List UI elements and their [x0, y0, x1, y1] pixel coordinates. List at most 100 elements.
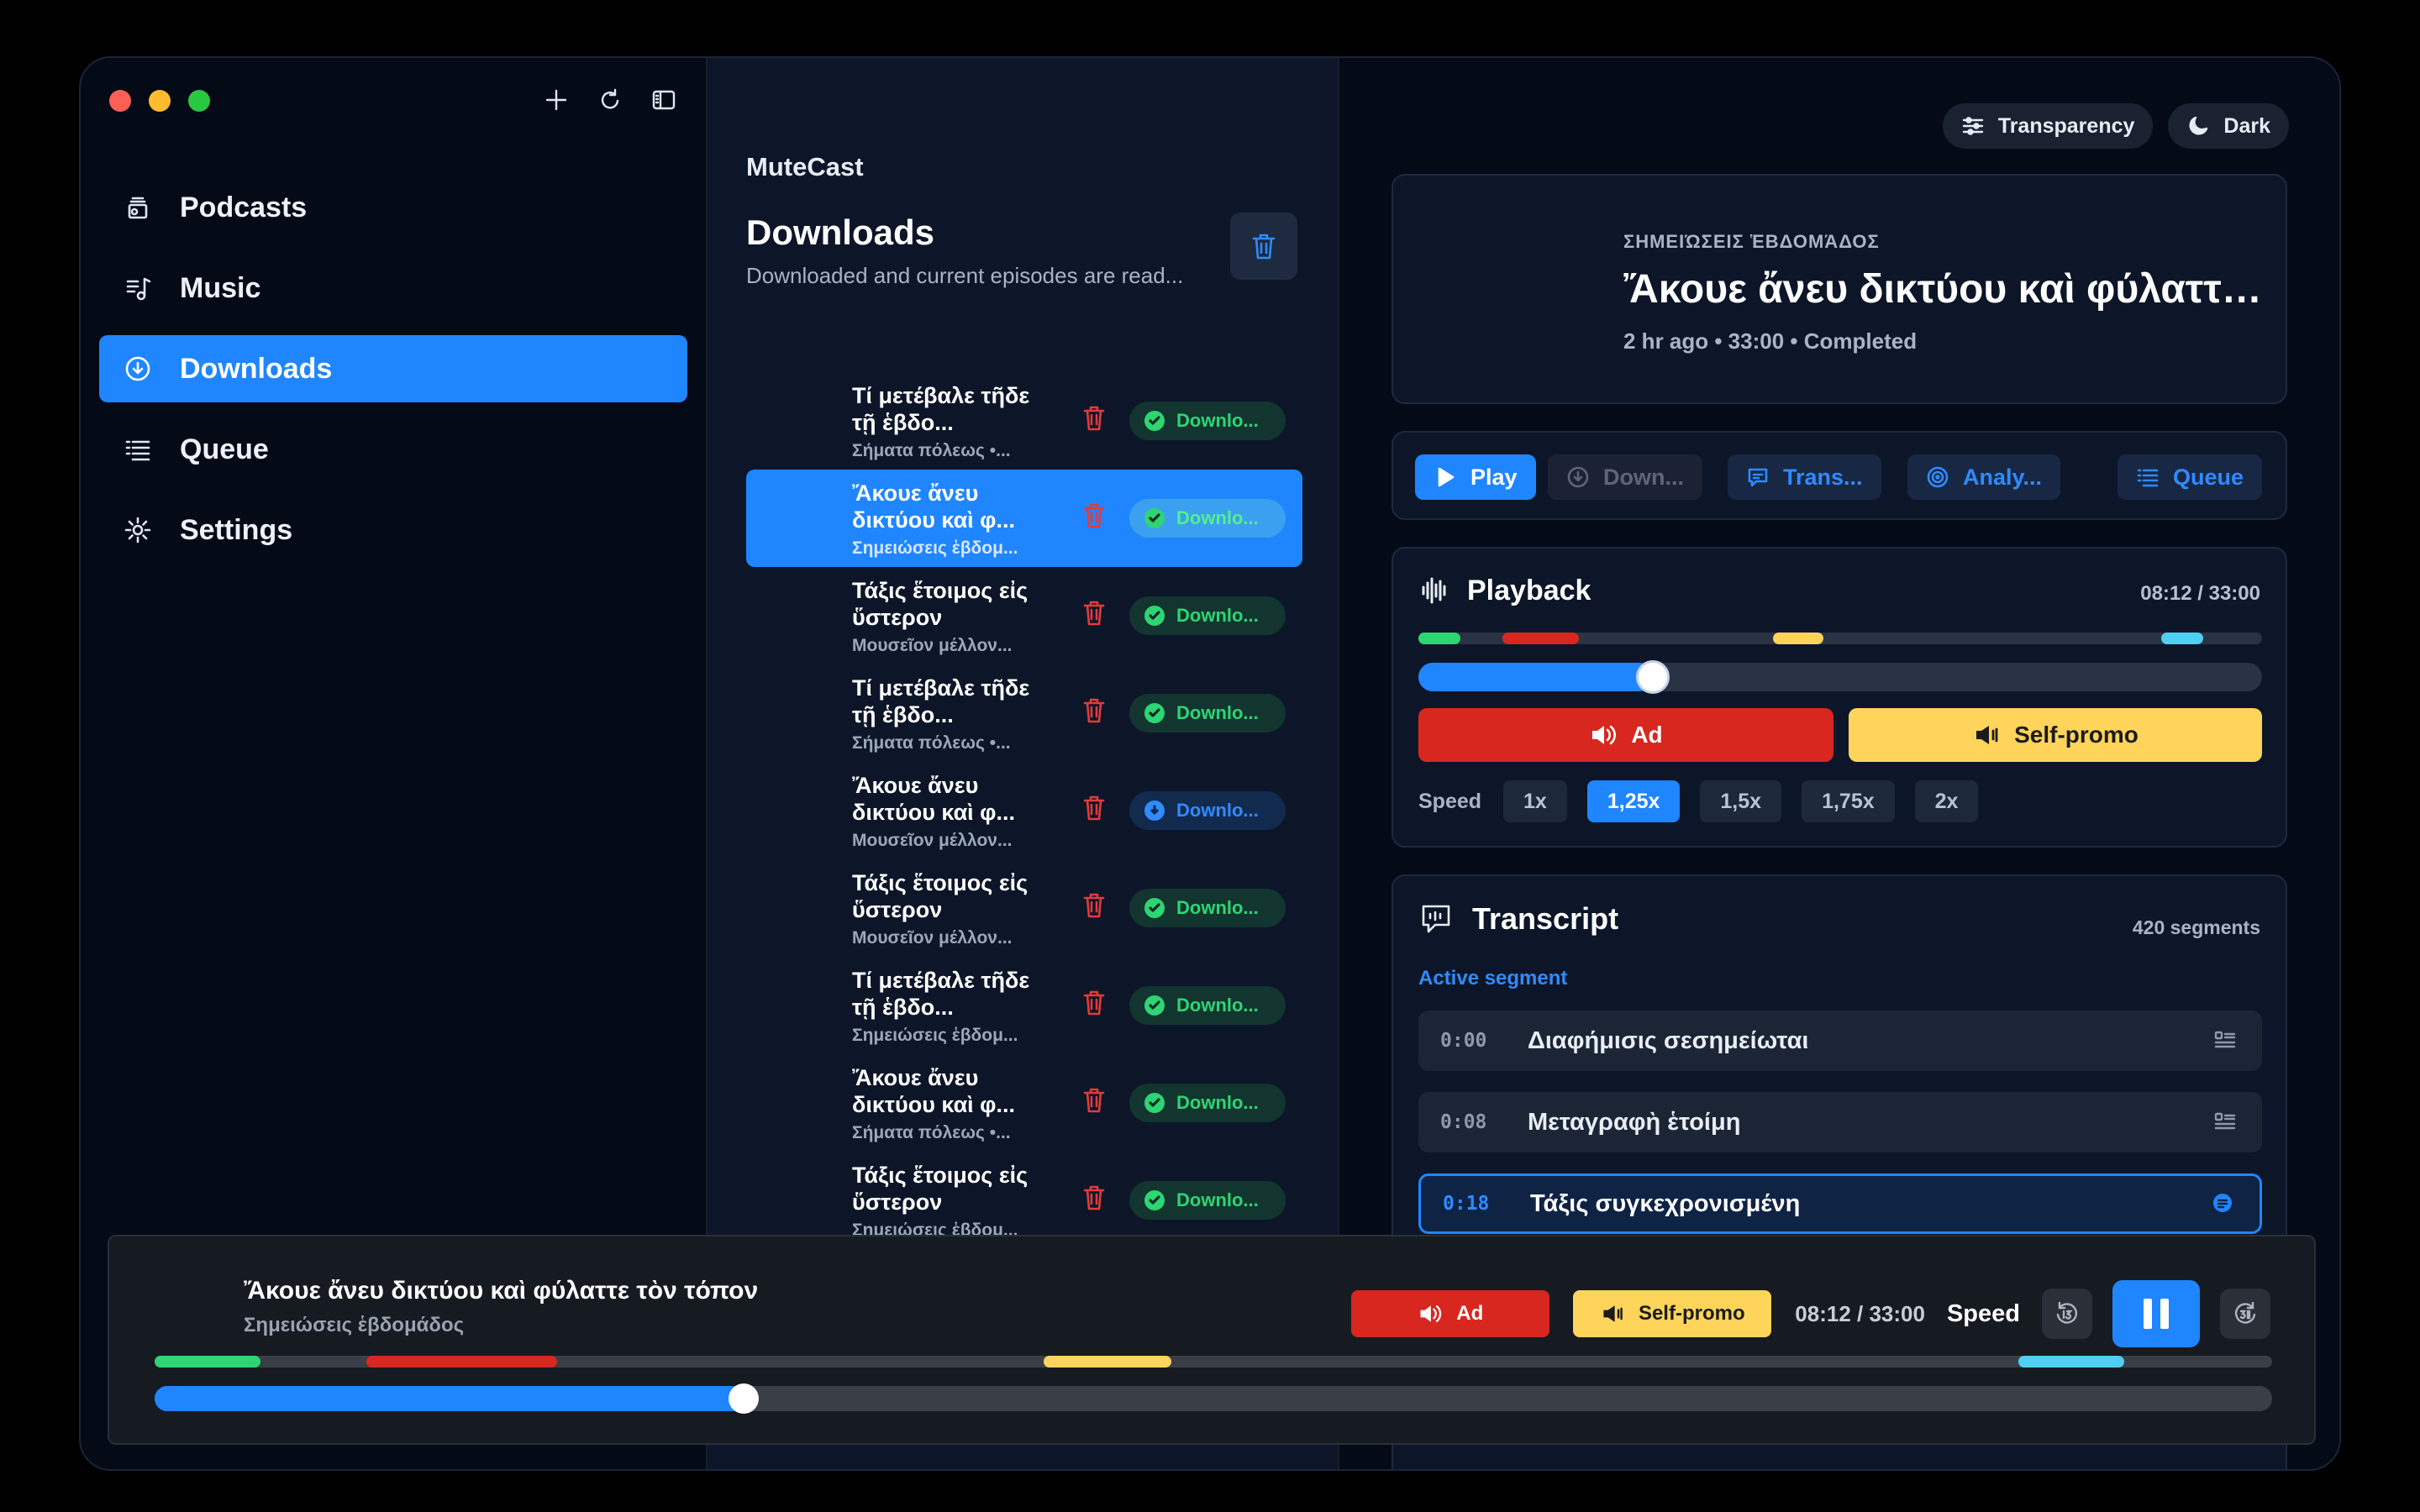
speed-option[interactable]: 1,25x: [1586, 780, 1681, 822]
pause-button[interactable]: [2112, 1280, 2200, 1347]
sidebar-item-music[interactable]: Music: [99, 255, 687, 322]
episode-title: Ἄκουε ἄνευ δικτύου καὶ φ...: [852, 480, 1015, 533]
playback-title: Playback: [1467, 574, 1591, 606]
status-label: Downlo...: [1176, 1092, 1259, 1113]
skip-back-15-button[interactable]: [2042, 1289, 2092, 1339]
trash-icon: [1083, 601, 1105, 626]
segment-count: 420 segments: [2132, 916, 2260, 938]
sidebar-icon: [652, 90, 676, 110]
delete-episode-button[interactable]: [1081, 404, 1111, 438]
delete-episode-button[interactable]: [1081, 891, 1111, 925]
episode-title: Τάξις ἕτοιμος εἰς ὕστερον: [852, 1163, 1028, 1215]
sidebar-item-podcasts[interactable]: Podcasts: [99, 174, 687, 241]
speed-option[interactable]: 1,5x: [1700, 780, 1782, 822]
transcript-label: Trans...: [1783, 464, 1863, 490]
delete-episode-button[interactable]: [1081, 1086, 1111, 1120]
transcript-row[interactable]: 0:18 Τάξις συγκεχρονισμένη: [1418, 1173, 2262, 1234]
speed-option[interactable]: 1x: [1503, 780, 1567, 822]
toggle-sidebar-button[interactable]: [647, 83, 681, 117]
segment-time: 0:00: [1440, 1030, 1487, 1052]
transparency-button[interactable]: Transparency: [1942, 103, 2154, 149]
episode-podcast: Σήματα πόλεως •...: [852, 1123, 1011, 1142]
window-controls: [109, 90, 210, 112]
mini-skip-self-promo-button[interactable]: Self-promo: [1573, 1290, 1772, 1337]
queue-button[interactable]: Queue: [2118, 454, 2263, 500]
delete-episode-button[interactable]: [1081, 599, 1111, 633]
episode-row[interactable]: Ἄκουε ἄνευ δικτύου καὶ φ... Μουσεῖον μέλλ…: [746, 762, 1302, 859]
episode-row[interactable]: Ἄκουε ἄνευ δικτύου καὶ φ... Σημειώσεις ἑβ…: [746, 470, 1302, 567]
episode-row[interactable]: Τάξις ἕτοιμος εἰς ὕστερον Μουσεῖον μέλλον…: [746, 859, 1302, 957]
episode-header-card: ΣΗΜΕΙΏΣΕΙΣ ἙΒΔΟΜΆΔΟΣ Ἄκουε ἄνευ δικτύου …: [1392, 174, 2287, 404]
episode-title: Ἄκουε ἄνευ δικτύου καὶ φ...: [852, 1065, 1015, 1117]
active-segment-label[interactable]: Active segment: [1418, 967, 1567, 990]
sidebar-toolbar: [539, 83, 681, 117]
queue-icon: [121, 433, 155, 466]
episode-row[interactable]: Τάξις ἕτοιμος εἰς ὕστερον Μουσεῖον μέλλον…: [746, 567, 1302, 664]
transcript-row[interactable]: 0:08 Μεταγραφὴ ἑτοίμη: [1418, 1092, 2262, 1152]
play-button[interactable]: Play: [1415, 454, 1536, 500]
delete-episode-button[interactable]: [1081, 794, 1111, 827]
close-window-button[interactable]: [109, 90, 131, 112]
segment-timeline[interactable]: [1418, 633, 2262, 644]
zoom-window-button[interactable]: [188, 90, 210, 112]
segment-action[interactable]: [2213, 1028, 2238, 1053]
episode-row[interactable]: Τί μετέβαλε τῆδε τῇ ἑβδο... Σήματα πόλεως…: [746, 664, 1302, 762]
analyze-button[interactable]: Analy...: [1907, 454, 2061, 500]
delete-episode-button[interactable]: [1081, 696, 1111, 730]
now-playing-time: 08:12 / 33:00: [1795, 1300, 1925, 1326]
episode-row[interactable]: Τί μετέβαλε τῆδε τῇ ἑβδο... Σήματα πόλεως…: [746, 372, 1302, 470]
checkmark-icon: [1144, 703, 1165, 723]
checkmark-icon: [1144, 411, 1165, 431]
episode-row[interactable]: Ἄκουε ἄνευ δικτύου καὶ φ... Σήματα πόλεως…: [746, 1054, 1302, 1152]
episode-meta: 2 hr ago • 33:00 • Completed: [1623, 328, 1918, 354]
episode-title: Τάξις ἕτοιμος εἰς ὕστερον: [852, 870, 1028, 922]
sidebar-item-downloads[interactable]: Downloads: [99, 335, 687, 402]
status-label: Downlo...: [1176, 1189, 1259, 1210]
speed-button[interactable]: Speed: [1947, 1300, 2020, 1328]
add-button[interactable]: [539, 83, 573, 117]
minimize-window-button[interactable]: [149, 90, 171, 112]
mini-skip-ad-button[interactable]: Ad: [1351, 1290, 1550, 1337]
skip-ad-button[interactable]: Ad: [1418, 708, 1833, 762]
mini-progress-fill: [155, 1386, 744, 1411]
sidebar-item-settings[interactable]: Settings: [99, 496, 687, 564]
transcript-button[interactable]: Trans...: [1728, 454, 1881, 500]
dark-mode-button[interactable]: Dark: [2168, 103, 2289, 149]
skip-self-promo-button[interactable]: Self-promo: [1849, 708, 2262, 762]
episode-podcast: Σημειώσεις ἑβδομ...: [852, 538, 1018, 558]
segment-time: 0:18: [1443, 1193, 1490, 1215]
transcript-row[interactable]: 0:00 Διαφήμισις σεσημείωται: [1418, 1011, 2262, 1071]
segment-action[interactable]: [2211, 1191, 2236, 1216]
episode-row[interactable]: Τί μετέβαλε τῆδε τῇ ἑβδο... Σημειώσεις ἑβ…: [746, 957, 1302, 1054]
episode-podcast: Μουσεῖον μέλλον...: [852, 636, 1013, 655]
trash-icon: [1083, 1088, 1105, 1113]
skip-forward-30-button[interactable]: [2220, 1289, 2270, 1339]
speech-bubble-icon: [1748, 468, 1768, 487]
mini-segment-timeline[interactable]: [155, 1356, 2272, 1368]
sidebar-item-label: Music: [180, 271, 261, 304]
speed-option[interactable]: 2x: [1914, 780, 1979, 822]
download-status-badge: Downlo...: [1129, 889, 1286, 927]
status-label: Downlo...: [1176, 507, 1259, 528]
mini-progress-knob[interactable]: [728, 1383, 759, 1414]
segment-action[interactable]: [2213, 1110, 2238, 1135]
target-icon: [1927, 466, 1949, 488]
delete-episode-button[interactable]: [1081, 989, 1111, 1022]
speed-option[interactable]: 1,75x: [1802, 780, 1895, 822]
sidebar-item-queue[interactable]: Queue: [99, 416, 687, 483]
refresh-button[interactable]: [593, 83, 627, 117]
status-label: Downlo...: [1176, 800, 1259, 821]
delete-episode-button[interactable]: [1081, 1184, 1111, 1217]
analyze-label: Analy...: [1963, 464, 2043, 490]
delete-all-button[interactable]: [1230, 213, 1297, 280]
mini-progress-slider[interactable]: [155, 1383, 2272, 1414]
progress-slider[interactable]: [1418, 660, 2262, 694]
trash-icon: [1252, 234, 1276, 260]
trash-icon: [1083, 503, 1105, 528]
progress-fill: [1418, 663, 1654, 691]
download-button[interactable]: Down...: [1548, 454, 1702, 500]
progress-knob[interactable]: [1636, 660, 1670, 694]
megaphone-icon: [1603, 1305, 1623, 1322]
delete-episode-button[interactable]: [1081, 501, 1111, 535]
episode-podcast: Μουσεῖον μέλλον...: [852, 831, 1013, 850]
